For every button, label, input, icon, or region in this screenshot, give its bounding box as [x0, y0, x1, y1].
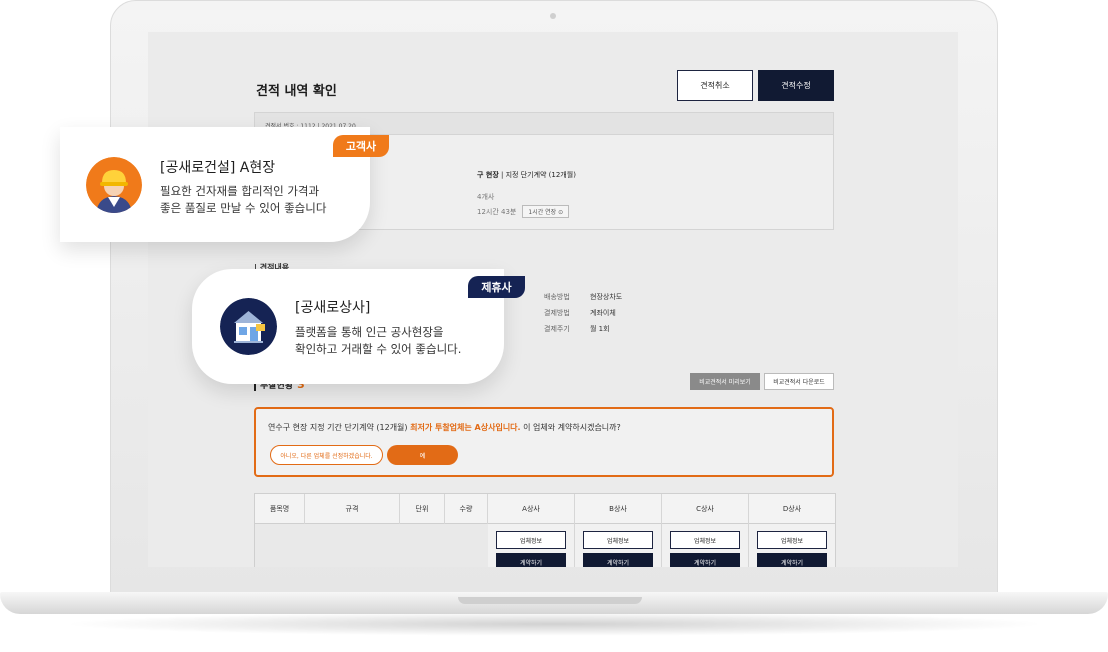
worker-avatar-icon	[86, 157, 142, 213]
customer-card-body: 필요한 건자재를 합리적인 가격과 좋은 품질로 만날 수 있어 좋습니다	[160, 183, 326, 217]
header-unit: 단위	[400, 494, 445, 524]
preview-comparison-button[interactable]: 비교견적서 미리보기	[690, 373, 760, 390]
info-value: 현장상차도	[590, 293, 623, 301]
partner-card-title: [공새로상사]	[295, 300, 371, 316]
vendor-cell: 업체정보 계약하기	[749, 524, 835, 567]
header-vendor: B상사	[575, 494, 662, 524]
remaining-time: 12시간 43분 1시간 연장 ⊙	[477, 205, 570, 218]
extend-time-button[interactable]: 1시간 연장 ⊙	[522, 205, 570, 218]
info-row: 결제주기 월 1회	[544, 321, 622, 337]
vendor-cell: 업체정보 계약하기	[662, 524, 749, 567]
notice-text-after: 이 업체와 계약하시겠습니까?	[520, 423, 621, 432]
notice-text-before: 연수구 현장 지정 기간 단기계약 (12개월)	[268, 423, 411, 432]
contract-type: | 지정 단기계약 (12개월)	[501, 171, 576, 179]
notice-text: 연수구 현장 지정 기간 단기계약 (12개월) 최저가 투찰업체는 A상사입니…	[268, 422, 621, 433]
info-key: 결제주기	[544, 325, 570, 333]
partner-card-line: 확인하고 거래할 수 있어 좋습니다.	[295, 342, 462, 356]
laptop-shadow	[60, 612, 1048, 636]
notice-highlight: 최저가 투찰업체는 A상사입니다.	[410, 423, 521, 432]
customer-badge: 고객사	[333, 135, 389, 157]
vendor-cell: 업체정보 계약하기	[488, 524, 575, 567]
contract-button[interactable]: 계약하기	[496, 553, 566, 567]
delivery-info: 배송방법 현장상차도 결제방법 계좌이체 결제주기 월 1회	[544, 289, 622, 337]
vendor-info-button[interactable]: 업체정보	[583, 531, 653, 549]
stage: 견적 내역 확인 견적취소 견적수정 견적서 번호 : 1112 | 2021.…	[0, 0, 1108, 652]
info-row: 배송방법 현장상차도	[544, 289, 622, 305]
customer-testimonial-card: 고객사 [공새로건설] A현장 필요한 건자재를 합리적인 가격과 좋은 품질로…	[60, 127, 389, 242]
download-comparison-button[interactable]: 비교견적서 다운로드	[764, 373, 834, 390]
partner-badge: 제휴사	[468, 276, 525, 298]
remaining-time-text: 12시간 43분	[477, 207, 517, 216]
cancel-quote-button[interactable]: 견적취소	[677, 70, 753, 101]
vendor-cell: 업체정보 계약하기	[575, 524, 662, 567]
partner-card-body: 플랫폼을 통해 인근 공사현장을 확인하고 거래할 수 있어 좋습니다.	[295, 324, 461, 358]
site-name: 구 현장	[477, 171, 499, 179]
edit-quote-button[interactable]: 견적수정	[758, 70, 834, 101]
customer-card-title: [공새로건설] A현장	[160, 160, 276, 176]
header-vendor: A상사	[488, 494, 575, 524]
header-vendor: D상사	[782, 505, 802, 513]
info-row: 결제방법 계좌이체	[544, 305, 622, 321]
info-value: 월 1회	[590, 325, 610, 333]
customer-card-line: 좋은 품질로 만날 수 있어 좋습니다	[160, 201, 327, 215]
info-key: 결제방법	[544, 309, 570, 317]
vendor-info-button[interactable]: 업체정보	[670, 531, 740, 549]
info-value: 계좌이체	[590, 309, 616, 317]
header-qty: 수량	[445, 494, 488, 524]
quote-site: 구 현장 | 지정 단기계약 (12개월)	[477, 170, 576, 180]
header-vendor: C상사	[662, 494, 749, 524]
customer-card-line: 필요한 건자재를 합리적인 가격과	[160, 184, 320, 198]
camera-icon	[550, 13, 556, 19]
partner-testimonial-card: 제휴사 [공새로상사] 플랫폼을 통해 인근 공사현장을 확인하고 거래할 수 …	[192, 269, 525, 384]
store-avatar-icon	[220, 298, 277, 355]
laptop-notch	[458, 597, 642, 604]
page-title: 견적 내역 확인	[256, 84, 337, 99]
partner-card-line: 플랫폼을 통해 인근 공사현장을	[295, 325, 444, 339]
vendor-info-button[interactable]: 업체정보	[496, 531, 566, 549]
contract-button[interactable]: 계약하기	[583, 553, 653, 567]
confirm-vendor-button[interactable]: 예	[387, 445, 458, 465]
header-item: 품목명	[255, 494, 305, 524]
bid-count-text: 4개사	[477, 193, 495, 201]
choose-other-vendor-button[interactable]: 아니오, 다른 업체를 선정하겠습니다.	[270, 445, 383, 465]
info-key: 배송방법	[544, 293, 570, 301]
table-header: 품목명 규격 단위 수량 A상사 B상사 C상사 D상사	[255, 494, 835, 524]
contract-button[interactable]: 계약하기	[670, 553, 740, 567]
bid-comparison-table: 품목명 규격 단위 수량 A상사 B상사 C상사 D상사 업체정보 계약하기 업…	[254, 493, 836, 567]
header-spec: 규격	[305, 494, 400, 524]
vendor-info-button[interactable]: 업체정보	[757, 531, 827, 549]
contract-button[interactable]: 계약하기	[757, 553, 827, 567]
lowest-bid-notice: 연수구 현장 지정 기간 단기계약 (12개월) 최저가 투찰업체는 A상사입니…	[254, 407, 834, 477]
